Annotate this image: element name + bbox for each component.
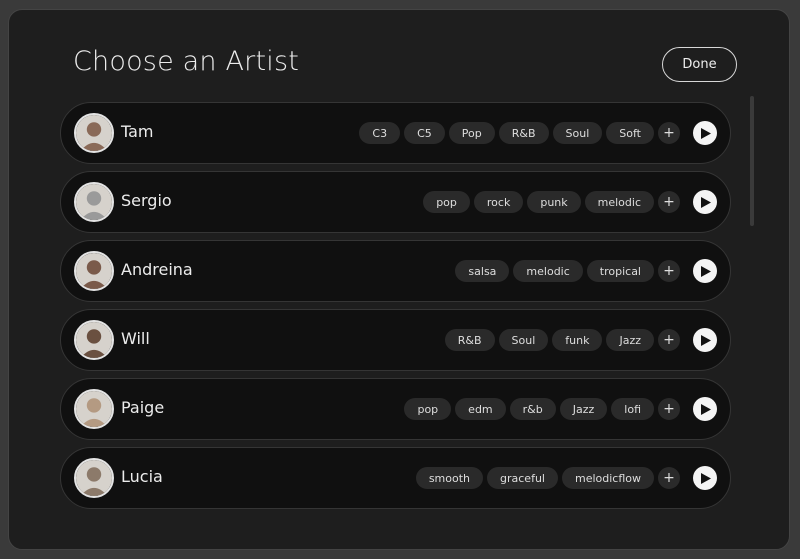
- tag-list: smooth graceful melodicflow +: [415, 466, 717, 490]
- genre-tag[interactable]: rock: [473, 191, 524, 213]
- artist-row[interactable]: Paige pop edm r&b Jazz lofi +: [60, 378, 731, 440]
- add-tag-button[interactable]: +: [658, 122, 680, 144]
- done-button[interactable]: Done: [662, 47, 737, 82]
- tag-list: C3 C5 Pop R&B Soul Soft +: [359, 121, 717, 145]
- add-tag-button[interactable]: +: [658, 398, 680, 420]
- choose-artist-modal: Choose an Artist Done Tam C3 C5 Pop R&B Soul S…: [8, 9, 790, 550]
- genre-tag[interactable]: C5: [404, 122, 445, 144]
- genre-tag[interactable]: smooth: [415, 467, 484, 489]
- genre-tag[interactable]: funk: [552, 329, 603, 351]
- play-button[interactable]: [693, 328, 717, 352]
- artist-row[interactable]: Lucia smooth graceful melodicflow +: [60, 447, 731, 509]
- play-button[interactable]: [693, 190, 717, 214]
- artist-name: Will: [121, 329, 150, 348]
- play-icon: [701, 403, 711, 415]
- tag-list: pop rock punk melodic +: [423, 190, 717, 214]
- genre-tag[interactable]: Jazz: [559, 398, 608, 420]
- artist-row[interactable]: Will R&B Soul funk Jazz +: [60, 309, 731, 371]
- play-icon: [701, 196, 711, 208]
- play-button[interactable]: [693, 397, 717, 421]
- add-tag-button[interactable]: +: [658, 191, 680, 213]
- artist-name: Andreina: [121, 260, 193, 279]
- artist-name: Lucia: [121, 467, 163, 486]
- artist-name: Sergio: [121, 191, 172, 210]
- play-button[interactable]: [693, 121, 717, 145]
- add-tag-button[interactable]: +: [658, 329, 680, 351]
- genre-tag[interactable]: melodic: [584, 191, 654, 213]
- genre-tag[interactable]: salsa: [455, 260, 510, 282]
- avatar: [74, 389, 114, 429]
- tag-list: R&B Soul funk Jazz +: [444, 328, 717, 352]
- tag-list: pop edm r&b Jazz lofi +: [404, 397, 717, 421]
- play-icon: [701, 472, 711, 484]
- artist-row[interactable]: Sergio pop rock punk melodic +: [60, 171, 731, 233]
- artist-name: Paige: [121, 398, 165, 417]
- artist-list: Tam C3 C5 Pop R&B Soul Soft + Sergio pop rock punk m…: [60, 102, 731, 516]
- page-title: Choose an Artist: [73, 46, 300, 77]
- genre-tag[interactable]: lofi: [611, 398, 654, 420]
- play-button[interactable]: [693, 466, 717, 490]
- avatar: [74, 251, 114, 291]
- genre-tag[interactable]: graceful: [487, 467, 558, 489]
- genre-tag[interactable]: pop: [404, 398, 452, 420]
- play-icon: [701, 127, 711, 139]
- genre-tag[interactable]: edm: [455, 398, 506, 420]
- artist-row[interactable]: Tam C3 C5 Pop R&B Soul Soft +: [60, 102, 731, 164]
- genre-tag[interactable]: r&b: [509, 398, 556, 420]
- genre-tag[interactable]: C3: [359, 122, 401, 144]
- genre-tag[interactable]: Soft: [606, 122, 654, 144]
- genre-tag[interactable]: Jazz: [606, 329, 654, 351]
- add-tag-button[interactable]: +: [658, 467, 680, 489]
- genre-tag[interactable]: Pop: [448, 122, 495, 144]
- avatar: [74, 458, 114, 498]
- play-button[interactable]: [693, 259, 717, 283]
- scrollbar[interactable]: [750, 96, 754, 226]
- avatar: [74, 182, 114, 222]
- avatar: [74, 320, 114, 360]
- play-icon: [701, 265, 711, 277]
- play-icon: [701, 334, 711, 346]
- genre-tag[interactable]: tropical: [586, 260, 654, 282]
- genre-tag[interactable]: Soul: [498, 329, 549, 351]
- add-tag-button[interactable]: +: [658, 260, 680, 282]
- genre-tag[interactable]: Soul: [552, 122, 603, 144]
- avatar: [74, 113, 114, 153]
- genre-tag[interactable]: R&B: [498, 122, 549, 144]
- artist-row[interactable]: Andreina salsa melodic tropical +: [60, 240, 731, 302]
- artist-name: Tam: [121, 122, 154, 141]
- genre-tag[interactable]: pop: [423, 191, 470, 213]
- genre-tag[interactable]: punk: [527, 191, 581, 213]
- genre-tag[interactable]: melodic: [513, 260, 583, 282]
- genre-tag[interactable]: R&B: [444, 329, 495, 351]
- tag-list: salsa melodic tropical +: [455, 259, 717, 283]
- genre-tag[interactable]: melodicflow: [561, 467, 654, 489]
